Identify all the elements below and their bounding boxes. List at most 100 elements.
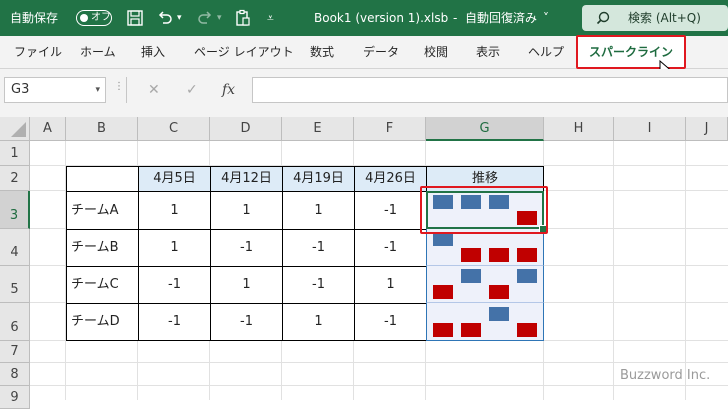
tab-insert[interactable]: 挿入: [141, 36, 165, 68]
value-cell[interactable]: 1: [282, 303, 355, 341]
watermark: Buzzword Inc.: [620, 368, 711, 383]
sparkline-cell[interactable]: [426, 229, 544, 266]
column-header-h[interactable]: H: [544, 117, 614, 141]
toggle-knob: [80, 13, 88, 22]
column-header-d[interactable]: D: [210, 117, 282, 141]
sparkline-cell[interactable]: [426, 266, 544, 303]
date-header-cell[interactable]: 4月26日: [354, 166, 427, 192]
row-header-3[interactable]: 3: [0, 191, 30, 229]
sparkline-bar: [489, 306, 509, 321]
status-chevron-icon[interactable]: ˅: [543, 0, 549, 36]
column-header-g[interactable]: G: [426, 117, 544, 141]
search-icon: [596, 11, 610, 25]
tab-data[interactable]: データ: [363, 36, 399, 68]
date-header-cell[interactable]: 4月19日: [282, 166, 355, 192]
redo-dropdown-icon[interactable]: ▾: [217, 0, 222, 36]
row-header-2[interactable]: 2: [0, 166, 30, 191]
tab-formulas[interactable]: 数式: [310, 36, 334, 68]
name-box[interactable]: G3 ▾: [4, 77, 106, 103]
value-cell[interactable]: -1: [354, 229, 427, 267]
save-icon[interactable]: [126, 9, 144, 27]
tab-review[interactable]: 校閲: [424, 36, 448, 68]
formula-bar: G3 ▾ ⋮ ✕ ✓ fx: [0, 69, 728, 117]
column-header-e[interactable]: E: [282, 117, 354, 141]
sparkline-bar: [489, 285, 509, 299]
value-cell[interactable]: -1: [282, 266, 355, 304]
sparkline-bar: [517, 322, 537, 337]
autosave-toggle[interactable]: オフ: [76, 10, 112, 26]
autosave-state: オフ: [91, 12, 111, 23]
sparkline-bar: [433, 285, 453, 299]
column-header-i[interactable]: I: [614, 117, 686, 141]
sparkline-bar: [489, 248, 509, 262]
sparkline-bar: [461, 269, 481, 283]
value-cell[interactable]: -1: [354, 303, 427, 341]
file-name: Book1 (version 1).xlsb: [314, 11, 449, 25]
undo-dropdown-icon[interactable]: ▾: [177, 0, 182, 36]
title-separator: -: [453, 11, 458, 25]
insert-function-icon[interactable]: fx: [222, 77, 235, 103]
select-all-corner[interactable]: [0, 117, 30, 141]
row-header-1[interactable]: 1: [0, 141, 30, 166]
tab-home[interactable]: ホーム: [80, 36, 116, 68]
tab-page-layout[interactable]: ページ レイアウト: [194, 36, 294, 68]
value-cell[interactable]: 1: [282, 191, 355, 230]
sparkline-bar: [517, 269, 537, 283]
undo-icon[interactable]: [156, 9, 174, 27]
date-header-cell[interactable]: 4月12日: [210, 166, 283, 192]
team-name-cell[interactable]: チームD: [66, 303, 139, 341]
row-header-8[interactable]: 8: [0, 363, 30, 386]
row-header-5[interactable]: 5: [0, 266, 30, 303]
value-cell[interactable]: -1: [282, 229, 355, 267]
value-cell[interactable]: -1: [210, 303, 283, 341]
autorecover-status[interactable]: 自動回復済み: [465, 0, 537, 36]
team-name-cell[interactable]: チームC: [66, 266, 139, 304]
enter-icon[interactable]: ✓: [186, 77, 198, 103]
date-header-cell[interactable]: 4月5日: [138, 166, 211, 192]
column-header-j[interactable]: J: [686, 117, 728, 141]
autosave-label: 自動保存: [10, 11, 59, 25]
sparkline-bar: [461, 248, 481, 262]
table-corner-cell[interactable]: [66, 166, 139, 192]
column-header-f[interactable]: F: [354, 117, 426, 141]
search-label: 検索 (Alt+Q): [628, 11, 701, 25]
value-cell[interactable]: -1: [138, 266, 211, 304]
value-cell[interactable]: 1: [210, 266, 283, 304]
sparkline-bar: [433, 322, 453, 337]
value-cell[interactable]: 1: [354, 266, 427, 304]
search-box[interactable]: 検索 (Alt+Q): [582, 5, 728, 31]
value-cell[interactable]: -1: [210, 229, 283, 267]
tab-file[interactable]: ファイル: [14, 36, 62, 68]
gridline: [30, 362, 728, 363]
formula-input[interactable]: [252, 77, 728, 103]
sparkline-bar: [517, 248, 537, 262]
value-cell[interactable]: -1: [354, 191, 427, 230]
team-name-cell[interactable]: チームA: [66, 191, 139, 230]
row-header-9[interactable]: 9: [0, 386, 30, 409]
customize-quick-access-icon[interactable]: ⩡: [267, 0, 274, 36]
row-header-6[interactable]: 6: [0, 303, 30, 341]
value-cell[interactable]: 1: [210, 191, 283, 230]
select-all-triangle-icon: [11, 122, 26, 137]
highlight-box: [420, 186, 548, 234]
sparkline-cell[interactable]: [426, 303, 544, 341]
row-header-4[interactable]: 4: [0, 229, 30, 266]
column-header-a[interactable]: A: [30, 117, 66, 141]
tab-view[interactable]: 表示: [476, 36, 500, 68]
title-bar: 自動保存 オフ ▾ ▾ ⩡ Book1 (version 1).xlsb - 自…: [0, 0, 728, 36]
row-header-7[interactable]: 7: [0, 341, 30, 363]
value-cell[interactable]: -1: [138, 303, 211, 341]
name-box-dropdown-icon[interactable]: ▾: [95, 78, 100, 102]
value-cell[interactable]: 1: [138, 229, 211, 267]
cancel-icon[interactable]: ✕: [148, 77, 160, 103]
sparkline-bar: [433, 232, 453, 246]
column-header-b[interactable]: B: [66, 117, 138, 141]
name-box-value: G3: [11, 82, 30, 97]
column-header-c[interactable]: C: [138, 117, 210, 141]
tab-help[interactable]: ヘルプ: [528, 36, 564, 68]
redo-icon[interactable]: [196, 9, 214, 27]
value-cell[interactable]: 1: [138, 191, 211, 230]
clipboard-icon[interactable]: [234, 9, 252, 27]
team-name-cell[interactable]: チームB: [66, 229, 139, 267]
gridline: [30, 385, 728, 386]
